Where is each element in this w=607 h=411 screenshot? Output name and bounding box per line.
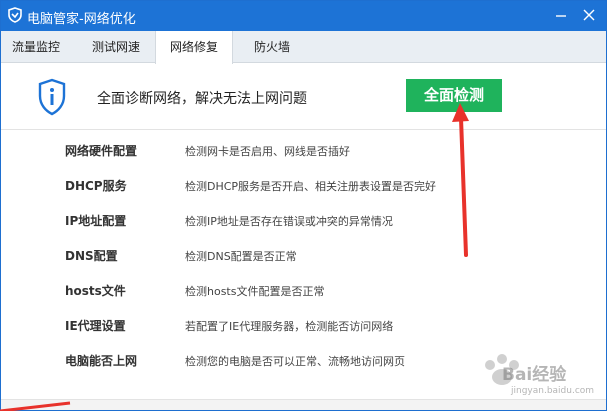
list-item: hosts文件 检测hosts文件配置是否正常 xyxy=(1,273,606,308)
tab-network-repair[interactable]: 网络修复 xyxy=(155,31,233,64)
tab-traffic-monitor[interactable]: 流量监控 xyxy=(1,31,71,63)
check-description: 检测您的电脑是否可以正常、流畅地访问网页 xyxy=(185,355,405,368)
check-name: IE代理设置 xyxy=(65,319,126,333)
check-name: hosts文件 xyxy=(65,284,126,298)
full-scan-button[interactable]: 全面检测 xyxy=(406,79,502,112)
check-name: DNS配置 xyxy=(65,249,118,263)
check-name: 电脑能否上网 xyxy=(65,354,138,368)
app-logo-icon xyxy=(7,7,23,23)
list-item: DNS配置 检测DNS配置是否正常 xyxy=(1,238,606,273)
tab-speed-test[interactable]: 测试网速 xyxy=(77,31,155,63)
tab-firewall[interactable]: 防火墙 xyxy=(237,31,307,63)
watermark-url: jingyan.baidu.com xyxy=(511,386,595,396)
title-bar: 电脑管家-网络优化 xyxy=(1,1,606,31)
window-title: 电脑管家-网络优化 xyxy=(27,12,136,27)
check-description: 若配置了IE代理服务器，检测能否访问网络 xyxy=(185,320,394,333)
list-item: IP地址配置 检测IP地址是否存在错误或冲突的异常情况 xyxy=(1,203,606,238)
check-name: IP地址配置 xyxy=(65,214,127,228)
watermark-text: Bai经验 xyxy=(502,365,567,385)
header-description: 全面诊断网络，解决无法上网问题 xyxy=(97,91,307,107)
shield-info-icon xyxy=(37,78,67,116)
check-description: 检测DNS配置是否正常 xyxy=(185,250,297,263)
list-item: 网络硬件配置 检测网卡是否启用、网线是否插好 xyxy=(1,133,606,168)
repair-header: 全面诊断网络，解决无法上网问题 全面检测 xyxy=(1,64,606,130)
tab-bar: 流量监控 测试网速 网络修复 防火墙 xyxy=(1,31,606,64)
list-item: DHCP服务 检测DHCP服务是否开启、相关注册表设置是否完好 xyxy=(1,168,606,203)
check-description: 检测网卡是否启用、网线是否插好 xyxy=(185,145,350,158)
check-description: 检测DHCP服务是否开启、相关注册表设置是否完好 xyxy=(185,180,437,193)
check-description: 检测IP地址是否存在错误或冲突的异常情况 xyxy=(185,215,393,228)
close-icon[interactable] xyxy=(578,5,600,25)
check-description: 检测hosts文件配置是否正常 xyxy=(185,285,325,298)
check-name: 网络硬件配置 xyxy=(65,144,138,158)
minimize-icon[interactable] xyxy=(550,5,572,25)
check-name: DHCP服务 xyxy=(65,179,127,193)
